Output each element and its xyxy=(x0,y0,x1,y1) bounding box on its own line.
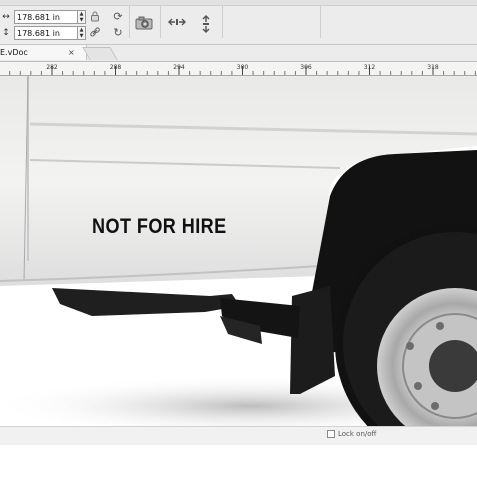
tab-label: E.vDoc xyxy=(0,48,28,57)
side-step xyxy=(52,288,240,316)
truck-photo xyxy=(0,76,477,426)
ruler-label: 282 xyxy=(46,64,58,71)
document-tab-bar: E.vDoc × xyxy=(0,45,477,62)
drawing-canvas[interactable]: NOT FOR HIRE xyxy=(0,76,477,426)
height-arrows-icon: ↕ xyxy=(2,28,10,38)
new-tab-button[interactable] xyxy=(82,47,118,60)
height-input[interactable] xyxy=(14,26,78,40)
ruler-label: 306 xyxy=(300,64,312,71)
tab-document[interactable]: E.vDoc × xyxy=(0,45,87,60)
horizontal-ruler[interactable]: 282 288 294 300 306 312 318 xyxy=(0,62,477,76)
not-for-hire-decal[interactable]: NOT FOR HIRE xyxy=(92,215,227,239)
lock-toggle[interactable]: Lock on/off xyxy=(327,430,376,438)
link-icon[interactable] xyxy=(88,26,102,40)
width-input[interactable] xyxy=(14,10,78,24)
close-icon[interactable]: × xyxy=(68,45,75,60)
flip-vertical-icon[interactable] xyxy=(199,15,213,33)
ruler-label: 288 xyxy=(110,64,122,71)
toolbar-separator xyxy=(320,6,321,38)
ruler-label: 312 xyxy=(364,64,376,71)
height-field-row: ↕ ▲▼ xyxy=(0,26,86,40)
refresh-icon[interactable]: ↻ xyxy=(111,26,125,40)
camera-icon[interactable] xyxy=(135,15,153,31)
width-field-row: ↔ ▲▼ xyxy=(0,10,86,24)
toolbar-separator xyxy=(160,6,161,38)
mud-flap xyxy=(290,286,335,394)
property-bar: ↔ ▲▼ ↕ ▲▼ ⟳ ↻ xyxy=(0,0,477,45)
toolbar-separator xyxy=(222,6,223,38)
lock-icon[interactable] xyxy=(88,10,102,24)
width-arrows-icon: ↔ xyxy=(2,12,10,22)
height-stepper[interactable]: ▲ ▼ xyxy=(78,26,86,40)
toolbar-separator xyxy=(129,6,130,38)
lock-label: Lock on/off xyxy=(338,430,377,438)
lock-checkbox[interactable] xyxy=(327,430,335,438)
ruler-label: 300 xyxy=(237,64,249,71)
flip-horizontal-icon[interactable] xyxy=(168,17,186,31)
top-menu-strip xyxy=(0,0,477,6)
rotate-clockwise-icon[interactable]: ⟳ xyxy=(111,10,125,24)
width-stepper[interactable]: ▲ ▼ xyxy=(78,10,86,24)
ruler-ticks: 282 288 294 300 306 312 318 xyxy=(9,64,476,75)
status-bar: Lock on/off xyxy=(0,426,477,445)
ruler-label: 294 xyxy=(173,64,185,71)
ruler-label: 318 xyxy=(427,64,439,71)
